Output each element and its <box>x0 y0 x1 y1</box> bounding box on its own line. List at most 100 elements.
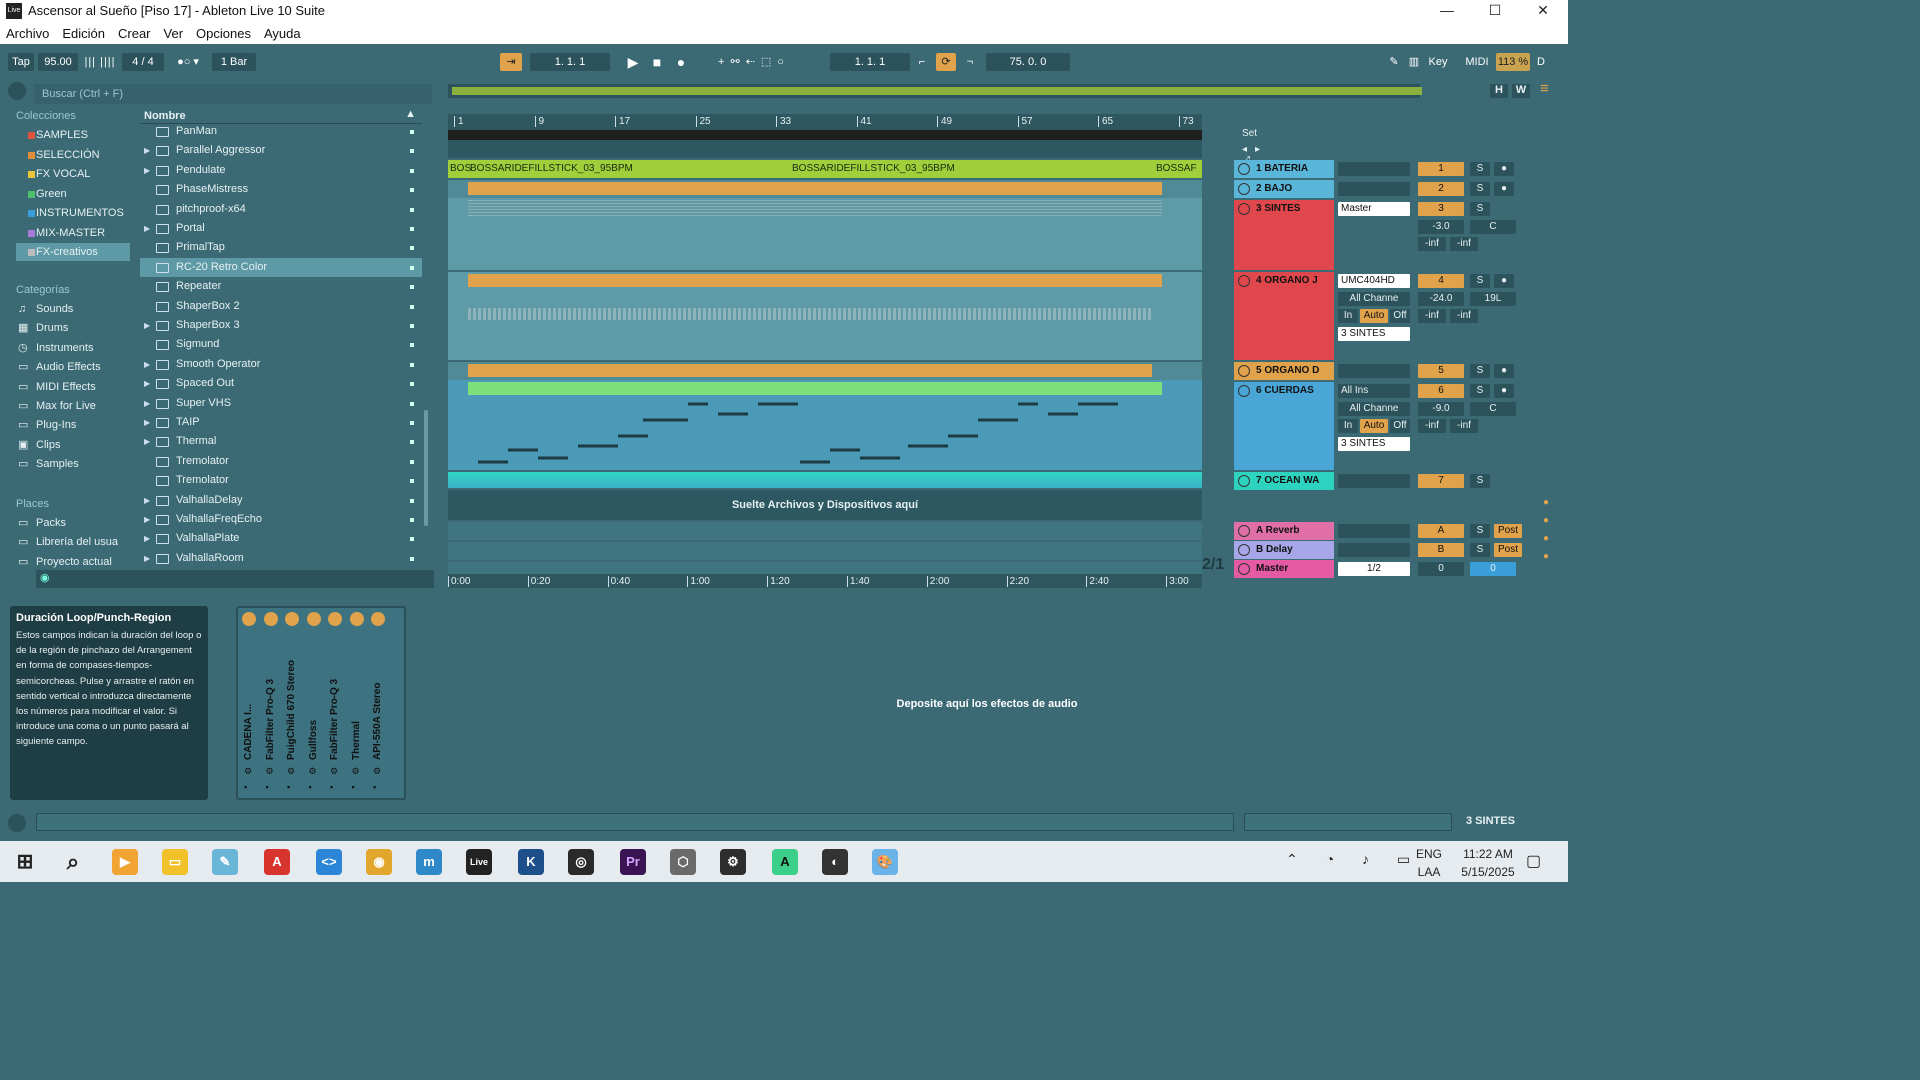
key-map-button[interactable]: Key <box>1426 53 1450 71</box>
midi-map-button[interactable]: MIDI <box>1462 53 1492 71</box>
device-drop-area[interactable]: Deposite aquí los efectos de audio <box>416 606 1558 800</box>
browser-list-item[interactable]: ▶ ValhallaPlate <box>140 529 422 548</box>
browser-list-item[interactable]: ▶ Smooth Operator <box>140 355 422 374</box>
solo-button[interactable]: S <box>1470 162 1490 176</box>
time-signature-field[interactable]: 4 / 4 <box>122 53 164 71</box>
expand-arrow-icon[interactable]: ▶ <box>144 549 150 564</box>
expand-arrow-icon[interactable]: ▶ <box>144 529 150 548</box>
track-activator[interactable]: 4 <box>1418 274 1464 288</box>
play-icon[interactable]: ▶ <box>624 53 642 71</box>
output-select[interactable]: Master <box>1338 202 1410 216</box>
category-item[interactable]: ▣ Clips <box>16 436 130 454</box>
category-item[interactable]: ▭ Samples <box>16 455 130 473</box>
arm-icon[interactable]: ● <box>1494 384 1514 398</box>
sort-up-icon[interactable]: ▲ <box>405 108 416 120</box>
menu-icon[interactable]: ≡ <box>1540 80 1549 97</box>
browser-list-item[interactable]: Tremolator <box>140 452 422 471</box>
pan-field[interactable]: C <box>1470 402 1516 416</box>
io-toggles-icon[interactable]: ● ● ● ● <box>1540 494 1552 566</box>
return-lane-a[interactable] <box>448 522 1202 540</box>
loop-brace[interactable] <box>448 130 1202 140</box>
save-icon[interactable]: ▪ <box>287 782 290 792</box>
track-header[interactable]: 6 CUERDAS <box>1234 382 1334 470</box>
audio-effect-rack[interactable]: CADENA I... ⚙ ▪ FabFilter Pro-Q 3 ⚙ ▪ PuigChil… <box>236 606 406 800</box>
track-header[interactable]: 3 SINTES <box>1234 200 1334 270</box>
fold-icon[interactable] <box>1238 525 1250 537</box>
tempo-field[interactable]: 95.00 <box>38 53 78 71</box>
media-player-icon[interactable]: ▶ <box>112 849 138 875</box>
name-column-header[interactable]: Nombre <box>144 110 186 122</box>
solo-button[interactable]: S <box>1470 543 1490 557</box>
fold-icon[interactable] <box>1238 365 1250 377</box>
quantize-select[interactable]: 1 Bar <box>212 53 256 71</box>
menu-archivo[interactable]: Archivo <box>6 26 49 41</box>
windows-start-icon[interactable]: ⊞ <box>12 849 38 875</box>
track-lane-1[interactable]: BOS BOSSARIDEFILLSTICK_03_95BPM BOSSARID… <box>448 160 1202 178</box>
tray-icons[interactable]: ⌃ ◔ ♪ ▭ <box>1286 851 1422 868</box>
expand-arrow-icon[interactable]: ▶ <box>144 219 150 238</box>
save-icon[interactable]: ▪ <box>352 782 355 792</box>
browser-list-item[interactable]: ▶ Parallel Aggressor <box>140 141 422 160</box>
notifications-icon[interactable]: ▢ <box>1526 851 1541 871</box>
return-lane-b[interactable] <box>448 542 1202 560</box>
save-icon[interactable]: ▪ <box>309 782 312 792</box>
follow-arrangement-icon[interactable]: ⇥ <box>500 53 522 71</box>
menu-ayuda[interactable]: Ayuda <box>264 26 301 41</box>
song-position-field[interactable]: 1. 1. 1 <box>530 53 610 71</box>
wrench-icon[interactable]: ⚙ <box>373 766 381 777</box>
fold-icon[interactable] <box>1238 385 1250 397</box>
pan-field[interactable]: C <box>1470 220 1516 234</box>
input-select[interactable]: All Ins <box>1338 384 1410 398</box>
menu-opciones[interactable]: Opciones <box>196 26 251 41</box>
browser-list-item[interactable]: PhaseMistress <box>140 180 422 199</box>
fold-icon[interactable] <box>1238 544 1250 556</box>
notes-icon[interactable]: ✎ <box>212 849 238 875</box>
save-icon[interactable]: ▪ <box>244 782 247 792</box>
track-header[interactable]: 5 ORGANO D <box>1234 362 1334 380</box>
track-lane-2[interactable] <box>448 180 1202 198</box>
overdub-tools-icon[interactable]: +⚯⇠⬚○ <box>706 53 802 71</box>
keyboard-icon[interactable]: ▥ <box>1404 53 1424 71</box>
close-icon[interactable]: ✕ <box>1520 0 1566 22</box>
metronome-bars-icon[interactable]: ||| |||| <box>82 53 118 71</box>
expand-arrow-icon[interactable]: ▶ <box>144 355 150 374</box>
arm-icon[interactable]: ● <box>1494 182 1514 196</box>
output-select[interactable]: 3 SINTES <box>1338 437 1410 451</box>
browser-list-item[interactable]: ▶ Thermal <box>140 432 422 451</box>
track-activator[interactable]: 3 <box>1418 202 1464 216</box>
expand-arrow-icon[interactable]: ▶ <box>144 141 150 160</box>
midi-clip[interactable] <box>468 364 1152 377</box>
browser-list-item[interactable]: ▶ Portal <box>140 219 422 238</box>
wrench-icon[interactable]: ⚙ <box>266 766 274 777</box>
preview-icon[interactable]: ◉ <box>40 571 50 584</box>
fold-icon[interactable] <box>1238 275 1250 287</box>
place-item[interactable]: ▭ Librería del usua <box>16 533 130 551</box>
device-power-icon[interactable] <box>242 612 256 626</box>
solo-button[interactable]: S <box>1470 274 1490 288</box>
master-pan[interactable]: 0 <box>1470 562 1516 576</box>
fold-icon[interactable] <box>1238 163 1250 175</box>
acrobat-icon[interactable]: A <box>264 849 290 875</box>
browser-list-item[interactable]: ▶ Super VHS <box>140 394 422 413</box>
category-item[interactable]: ▭ Max for Live <box>16 397 130 415</box>
stop-icon[interactable]: ■ <box>648 53 666 71</box>
expand-arrow-icon[interactable]: ▶ <box>144 374 150 393</box>
io-slot[interactable] <box>1338 543 1410 557</box>
browser-list-item[interactable]: ▶ TAIP <box>140 413 422 432</box>
solo-button[interactable]: S <box>1470 474 1490 488</box>
maximize-icon[interactable]: ☐ <box>1472 0 1518 22</box>
wrench-icon[interactable]: ⚙ <box>330 766 338 777</box>
monitor-auto-button[interactable]: Auto <box>1360 309 1388 323</box>
track-lane-7[interactable] <box>448 472 1202 488</box>
record-icon[interactable]: ● <box>672 53 690 71</box>
wrench-icon[interactable]: ⚙ <box>352 766 360 777</box>
track-lane-6[interactable] <box>448 380 1202 470</box>
drop-area[interactable]: Suelte Archivos y Dispositivos aquí <box>448 490 1202 520</box>
protools-icon[interactable]: ◎ <box>568 849 594 875</box>
category-item[interactable]: ♫ Sounds <box>16 300 130 318</box>
channel-select[interactable]: All Channe <box>1338 292 1410 306</box>
track-header[interactable]: 1 BATERIA <box>1234 160 1334 178</box>
track-lane-5[interactable] <box>448 362 1202 380</box>
expand-arrow-icon[interactable]: ▶ <box>144 413 150 432</box>
category-item[interactable]: ▭ Audio Effects <box>16 358 130 376</box>
